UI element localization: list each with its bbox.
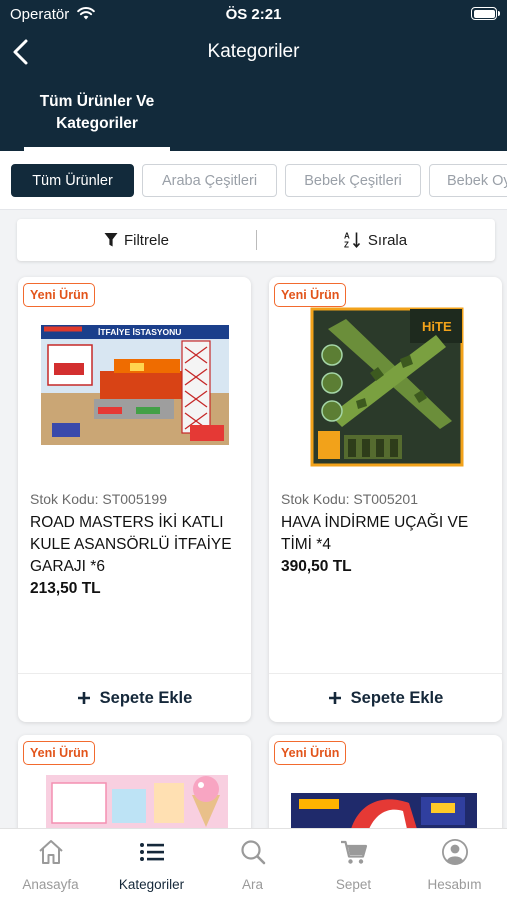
chip-doll-types[interactable]: Bebek Çeşitleri [285,164,421,197]
nav-search[interactable]: Ara [202,829,303,900]
plus-icon [328,692,341,704]
new-product-badge: Yeni Ürün [23,283,96,307]
box-text: HiTE [422,319,452,334]
svg-text:A: A [344,232,350,241]
product-card[interactable]: Yeni Ürün HiTE Stok Kodu: ST005201 HAVA … [269,277,502,722]
clock: ÖS 2:21 [225,6,282,23]
tab-all-products-and-categories[interactable]: Tüm Ürünler Ve Kategoriler [24,91,170,135]
page-title: Kategoriler [207,41,300,62]
search-icon [241,840,266,865]
fire-station-toy-image: İTFAİYE İSTASYONU [41,325,229,445]
bottom-navigation: Anasayfa Kategoriler Ara Sepet Hesabım [0,828,507,900]
product-name[interactable]: HAVA İNDİRME UÇAĞI VE TİMİ *4 [281,512,493,556]
chip-baby-toys[interactable]: Bebek Oy [429,164,507,197]
add-to-cart-button[interactable]: Sepete Ekle [269,674,502,722]
chip-all-products[interactable]: Tüm Ürünler [11,164,134,197]
product-price: 213,50 TL [30,580,101,597]
new-product-badge: Yeni Ürün [274,741,347,765]
toy-kitchen-image [46,775,228,829]
new-product-badge: Yeni Ürün [274,283,347,307]
nav-home-label: Anasayfa [22,877,79,892]
add-to-cart-label: Sepete Ekle [99,688,193,707]
box-text: İTFAİYE İSTASYONU [98,327,181,337]
nav-account[interactable]: Hesabım [404,829,505,900]
filter-icon [104,233,118,247]
add-to-cart-label: Sepete Ekle [350,688,444,707]
toy-car-set-image [291,793,477,829]
nav-categories[interactable]: Kategoriler [101,829,202,900]
add-to-cart-button[interactable]: Sepete Ekle [18,674,251,722]
sort-label: Sırala [367,231,408,249]
plus-icon [77,692,90,704]
list-icon [140,843,164,861]
account-icon [442,839,468,865]
product-name[interactable]: ROAD MASTERS İKİ KATLI KULE ASANSÖRLÜ İT… [30,512,242,578]
army-plane-toy-image: HiTE [310,307,464,467]
sort-button[interactable]: A Z Sırala [256,219,495,261]
filter-sort-bar: Filtrele A Z Sırala [17,219,495,261]
category-chip-bar: Tüm Ürünler Araba Çeşitleri Bebek Çeşitl… [0,151,507,210]
nav-categories-label: Kategoriler [118,877,185,892]
product-sku: Stok Kodu: ST005201 [281,491,418,507]
app-header: Operatör ÖS 2:21 Kategoriler Tüm Ürünler… [0,0,507,151]
nav-cart[interactable]: Sepet [303,829,404,900]
filter-label: Filtrele [123,231,169,249]
nav-home[interactable]: Anasayfa [0,829,101,900]
svg-text:Z: Z [344,241,349,250]
battery-icon [471,7,500,20]
status-bar: Operatör ÖS 2:21 [0,0,507,30]
product-price: 390,50 TL [281,558,352,575]
chip-car-types[interactable]: Araba Çeşitleri [142,164,277,197]
nav-search-label: Ara [241,877,263,892]
filter-button[interactable]: Filtrele [17,219,256,261]
home-icon [39,840,63,864]
product-sku: Stok Kodu: ST005199 [30,491,167,507]
nav-cart-label: Sepet [335,877,372,892]
sort-icon: A Z [344,232,360,250]
cart-icon [341,840,368,864]
nav-account-label: Hesabım [427,877,482,892]
new-product-badge: Yeni Ürün [23,741,96,765]
product-card[interactable]: Yeni Ürün İTFAİYE İSTASYONU Stok Kodu: S… [18,277,251,722]
